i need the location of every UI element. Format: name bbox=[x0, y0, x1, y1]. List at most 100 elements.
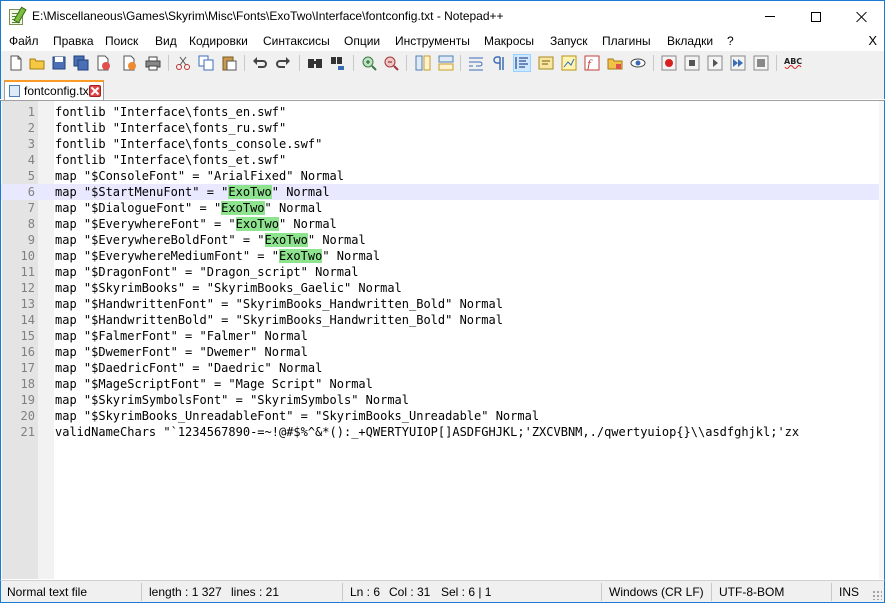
file-icon bbox=[9, 85, 20, 97]
editor-line[interactable]: 5 map "$ConsoleFont" = "ArialFixed" Norma… bbox=[1, 168, 884, 184]
close-document-button[interactable]: X bbox=[868, 33, 877, 48]
editor-line[interactable]: 20 map "$SkyrimBooks_UnreadableFont" = "S… bbox=[1, 408, 884, 424]
save-all-icon[interactable] bbox=[72, 54, 90, 72]
save-icon[interactable] bbox=[50, 54, 68, 72]
editor-line[interactable]: 14 map "$HandwrittenBold" = "SkyrimBooks_… bbox=[1, 312, 884, 328]
print-icon[interactable] bbox=[144, 54, 162, 72]
line-number: 18 bbox=[20, 377, 35, 391]
menu-window[interactable]: Вкладки bbox=[667, 34, 713, 48]
close-file-icon[interactable] bbox=[94, 54, 112, 72]
minimize-button[interactable] bbox=[747, 1, 793, 32]
editor-lines: 1 fontlib "Interface\fonts_en.swf" 2 fontli… bbox=[1, 104, 884, 440]
new-file-icon[interactable] bbox=[7, 54, 25, 72]
menu-run[interactable]: Запуск bbox=[550, 34, 588, 48]
menu-syntax[interactable]: Синтаксисы bbox=[263, 34, 330, 48]
status-encoding[interactable]: UTF-8-BOM bbox=[719, 585, 784, 599]
editor-line[interactable]: 3 fontlib "Interface\fonts_console.swf" bbox=[1, 136, 884, 152]
open-file-icon[interactable] bbox=[28, 54, 46, 72]
line-number: 10 bbox=[20, 249, 35, 263]
find-icon[interactable] bbox=[306, 54, 324, 72]
line-text: map "$EverywhereBoldFont" = "ExoTwo" Nor… bbox=[55, 233, 366, 247]
undo-icon[interactable] bbox=[251, 54, 269, 72]
menu-file[interactable]: Файл bbox=[9, 34, 39, 48]
vertical-scrollbar[interactable] bbox=[879, 101, 884, 579]
status-separator bbox=[711, 583, 712, 601]
save-macro-icon[interactable] bbox=[752, 54, 770, 72]
maximize-button[interactable] bbox=[793, 1, 839, 32]
highlighted-match: ExoTwo bbox=[228, 185, 272, 199]
sync-horizontal-icon[interactable] bbox=[437, 54, 455, 72]
doc-map-icon[interactable] bbox=[560, 54, 578, 72]
close-window-button[interactable] bbox=[839, 1, 885, 32]
folder-workspace-icon[interactable] bbox=[606, 54, 624, 72]
close-icon bbox=[856, 11, 868, 23]
line-text: map "$DwemerFont" = "Dwemer" Normal bbox=[55, 345, 308, 359]
menu-edit[interactable]: Правка bbox=[53, 34, 94, 48]
cut-icon[interactable] bbox=[174, 54, 192, 72]
tab-fontconfig[interactable]: fontconfig.txt bbox=[4, 80, 104, 100]
editor-line[interactable]: 17 map "$DaedricFont" = "Daedric" Normal bbox=[1, 360, 884, 376]
editor-line[interactable]: 7 map "$DialogueFont" = "ExoTwo" Normal bbox=[1, 200, 884, 216]
menu-plugins[interactable]: Плагины bbox=[602, 34, 651, 48]
editor-line[interactable]: 8 map "$EverywhereFont" = "ExoTwo" Normal bbox=[1, 216, 884, 232]
menu-tools[interactable]: Инструменты bbox=[395, 34, 470, 48]
menu-settings[interactable]: Опции bbox=[344, 34, 380, 48]
status-file-type: Normal text file bbox=[7, 585, 88, 599]
function-list-icon[interactable]: f bbox=[583, 54, 601, 72]
editor-line[interactable]: 9 map "$EverywhereBoldFont" = "ExoTwo" No… bbox=[1, 232, 884, 248]
highlighted-match: ExoTwo bbox=[221, 201, 265, 215]
editor-line[interactable]: 10 map "$EverywhereMediumFont" = "ExoTwo"… bbox=[1, 248, 884, 264]
menu-help[interactable]: ? bbox=[727, 34, 734, 48]
status-eol[interactable]: Windows (CR LF) bbox=[609, 585, 704, 599]
paste-icon[interactable] bbox=[220, 54, 238, 72]
line-text: map "$HandwrittenFont" = "SkyrimBooks_Ha… bbox=[55, 297, 503, 311]
record-macro-icon[interactable] bbox=[660, 54, 678, 72]
editor-line[interactable]: 1 fontlib "Interface\fonts_en.swf" bbox=[1, 104, 884, 120]
copy-icon[interactable] bbox=[197, 54, 215, 72]
spell-check-icon[interactable]: ABC bbox=[783, 54, 805, 72]
user-language-icon[interactable] bbox=[537, 54, 555, 72]
editor-line[interactable]: 11 map "$DragonFont" = "Dragon_script" No… bbox=[1, 264, 884, 280]
status-insert-mode[interactable]: INS bbox=[839, 585, 859, 599]
status-selection: Sel : 6 | 1 bbox=[441, 585, 492, 599]
editor-line[interactable]: 12 map "$SkyrimBooks" = "SkyrimBooks_Gael… bbox=[1, 280, 884, 296]
minimize-icon bbox=[765, 16, 775, 17]
zoom-out-icon[interactable] bbox=[382, 54, 400, 72]
word-wrap-icon[interactable] bbox=[467, 54, 485, 72]
notepad-plus-plus-icon[interactable] bbox=[9, 9, 23, 25]
resize-grip-icon[interactable] bbox=[872, 590, 882, 600]
monitoring-icon[interactable] bbox=[629, 54, 647, 72]
toolbar: f ABC bbox=[0, 51, 885, 75]
stop-macro-icon[interactable] bbox=[683, 54, 701, 72]
status-separator bbox=[831, 583, 832, 601]
play-macro-icon[interactable] bbox=[706, 54, 724, 72]
redo-icon[interactable] bbox=[274, 54, 292, 72]
editor-line[interactable]: 15 map "$FalmerFont" = "Falmer" Normal bbox=[1, 328, 884, 344]
status-separator bbox=[342, 583, 343, 601]
close-tab-icon[interactable] bbox=[89, 85, 101, 97]
indent-guide-icon[interactable] bbox=[513, 54, 531, 72]
editor-line[interactable]: 18 map "$MageScriptFont" = "Mage Script" … bbox=[1, 376, 884, 392]
menu-encoding[interactable]: Кодировки bbox=[189, 34, 248, 48]
zoom-in-icon[interactable] bbox=[360, 54, 378, 72]
editor-line[interactable]: 19 map "$SkyrimSymbolsFont" = "SkyrimSymb… bbox=[1, 392, 884, 408]
editor-line[interactable]: 13 map "$HandwrittenFont" = "SkyrimBooks_… bbox=[1, 296, 884, 312]
sync-vertical-icon[interactable] bbox=[414, 54, 432, 72]
editor-line[interactable]: 21 validNameChars "`1234567890-=~!@#$%^&*… bbox=[1, 424, 884, 440]
show-all-chars-icon[interactable] bbox=[490, 54, 508, 72]
editor-line[interactable]: 2 fontlib "Interface\fonts_ru.swf" bbox=[1, 120, 884, 136]
menu-macros[interactable]: Макросы bbox=[484, 34, 534, 48]
run-macro-multiple-icon[interactable] bbox=[729, 54, 747, 72]
menu-view[interactable]: Вид bbox=[155, 34, 177, 48]
line-number: 3 bbox=[27, 137, 35, 151]
menu-search[interactable]: Поиск bbox=[105, 34, 138, 48]
editor-line[interactable]: 4 fontlib "Interface\fonts_et.swf" bbox=[1, 152, 884, 168]
highlighted-match: ExoTwo bbox=[278, 249, 323, 263]
replace-icon[interactable] bbox=[329, 54, 347, 72]
editor-line[interactable]: 16 map "$DwemerFont" = "Dwemer" Normal bbox=[1, 344, 884, 360]
close-all-icon[interactable] bbox=[120, 54, 138, 72]
line-number: 11 bbox=[20, 265, 35, 279]
status-line: Ln : 6 bbox=[350, 585, 381, 599]
text-editor[interactable]: 1 fontlib "Interface\fonts_en.swf" 2 fontli… bbox=[0, 100, 885, 580]
editor-line[interactable]: 6 map "$StartMenuFont" = "ExoTwo" Normal bbox=[1, 184, 884, 200]
